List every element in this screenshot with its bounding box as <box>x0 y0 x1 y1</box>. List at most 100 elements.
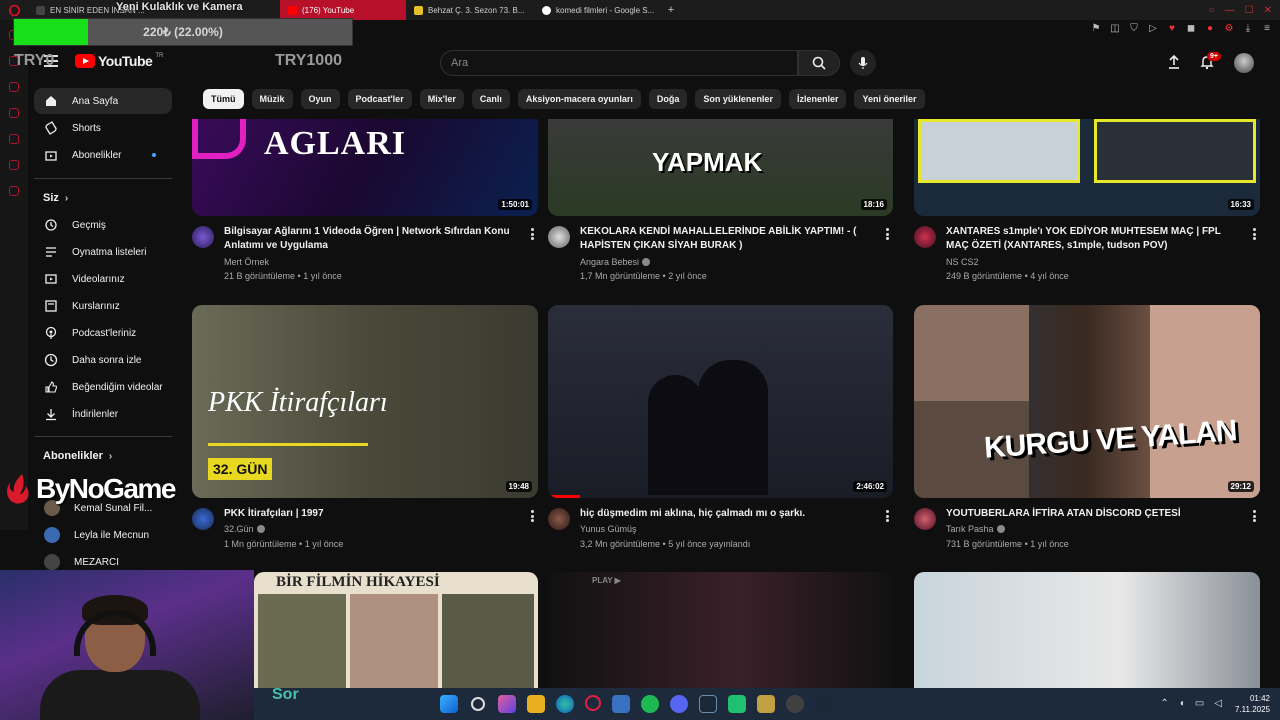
spotify-icon[interactable] <box>641 695 659 713</box>
more-actions-icon[interactable] <box>530 228 534 240</box>
sidebar-item-history[interactable]: Geçmiş <box>34 212 172 238</box>
video-thumbnail[interactable]: BİR FİLMİN HİKAYESİ <box>254 572 538 690</box>
steam-icon[interactable] <box>815 695 833 713</box>
download-icon[interactable]: ⤓ <box>1243 24 1253 34</box>
channel-name[interactable]: Mert Örnek <box>224 257 269 267</box>
video-title[interactable]: KEKOLARA KENDİ MAHALLELERİNDE ABİLİK YAP… <box>580 225 870 253</box>
search-tabs-icon[interactable]: ○ <box>1209 5 1215 16</box>
channel-avatar[interactable] <box>548 508 570 530</box>
chip-gaming[interactable]: Oyun <box>300 89 340 109</box>
video-thumbnail[interactable]: PLAY ▶ <box>548 572 893 690</box>
network-icon[interactable]: ▭ <box>1195 698 1204 709</box>
channel-avatar[interactable] <box>192 508 214 530</box>
chip-all[interactable]: Tümü <box>203 89 244 109</box>
file-explorer-icon[interactable] <box>527 695 545 713</box>
youtube-logo[interactable]: YouTube TR <box>75 53 163 69</box>
edge-icon[interactable] <box>556 695 574 713</box>
video-title[interactable]: hiç düşmedim mi aklına, hiç çalmadı mı o… <box>580 507 870 521</box>
microphone-tray-icon[interactable]: ◖ <box>1179 698 1185 709</box>
video-thumbnail[interactable]: 16:33 <box>914 119 1260 216</box>
chip-nature[interactable]: Doğa <box>648 89 688 109</box>
video-title[interactable]: XANTARES s1mple'ı YOK EDİYOR MUHTESEM MA… <box>946 225 1236 253</box>
video-thumbnail[interactable]: YAPMAK 18:16 <box>548 119 893 216</box>
chip-music[interactable]: Müzik <box>251 89 293 109</box>
more-actions-icon[interactable] <box>885 510 889 522</box>
chip-podcasts[interactable]: Podcast'ler <box>347 89 412 109</box>
sidebar-item-courses[interactable]: Kurslarınız <box>34 293 172 319</box>
tab-behzat[interactable]: Behzat Ç. 3. Sezon 73. B... <box>406 0 534 20</box>
voice-search-button[interactable] <box>850 50 876 76</box>
you-section-heading[interactable]: Siz › <box>43 192 68 204</box>
more-actions-icon[interactable] <box>1252 228 1256 240</box>
video-thumbnail[interactable]: 2:46:02 <box>548 305 893 498</box>
subscriptions-section-heading[interactable]: Abonelikler › <box>43 450 112 462</box>
channel-avatar[interactable] <box>192 226 214 248</box>
video-title[interactable]: YOUTUBERLARA İFTİRA ATAN DİSCORD ÇETESİ <box>946 507 1236 521</box>
video-title[interactable]: PKK İtirafçıları | 1997 <box>224 507 514 521</box>
new-tab-button[interactable]: + <box>662 0 680 20</box>
sidebar-item-watch-later[interactable]: Daha sonra izle <box>34 347 172 373</box>
snapshot-icon[interactable]: ◫ <box>1110 24 1120 34</box>
channel-name[interactable]: 32.Gün <box>224 524 265 534</box>
app-icon[interactable] <box>757 695 775 713</box>
shield-icon[interactable]: ⛉ <box>1129 24 1139 34</box>
opera-logo-icon[interactable] <box>0 0 28 20</box>
settings-rail-icon[interactable] <box>9 186 19 196</box>
minimize-icon[interactable]: — <box>1225 5 1235 16</box>
sidebar-item-podcasts[interactable]: Podcast'leriniz <box>34 320 172 346</box>
steam-icon[interactable] <box>699 695 717 713</box>
player-icon[interactable]: ▷ <box>1148 24 1158 34</box>
channel-avatar[interactable] <box>548 226 570 248</box>
video-thumbnail[interactable] <box>914 572 1260 690</box>
pin-icon[interactable]: ⚑ <box>1091 24 1101 34</box>
taskbar-clock[interactable]: 01:42 7.11.2025 <box>1235 693 1270 715</box>
channel-name[interactable]: Yunus Gümüş <box>580 524 637 534</box>
discord-icon[interactable] <box>670 695 688 713</box>
channel-name[interactable]: Tarık Pasha <box>946 524 1005 534</box>
channel-name[interactable]: Angara Bebesi <box>580 257 651 267</box>
extension-icon[interactable]: ◼ <box>1186 24 1196 34</box>
sidebar-item-liked[interactable]: Beğendiğim videolar <box>34 374 172 400</box>
tab-youtube[interactable]: (176) YouTube <box>280 0 406 20</box>
video-thumbnail[interactable]: KURGU VE YALAN 29:12 <box>914 305 1260 498</box>
more-actions-icon[interactable] <box>885 228 889 240</box>
search-button[interactable] <box>798 50 840 76</box>
channel-avatar[interactable] <box>914 226 936 248</box>
channel-name[interactable]: NS CS2 <box>946 257 979 267</box>
chip-watched[interactable]: İzlenenler <box>788 89 847 109</box>
sidebar-item-your-videos[interactable]: Videolarınız <box>34 266 172 292</box>
video-thumbnail[interactable]: AGLARI 1:50:01 <box>192 119 538 216</box>
flag-icon[interactable]: ● <box>1205 24 1215 34</box>
volume-icon[interactable]: ◁ <box>1214 698 1222 709</box>
more-actions-icon[interactable] <box>530 510 534 522</box>
sidebar-item-home[interactable]: Ana Sayfa <box>34 88 172 114</box>
obs-icon[interactable] <box>786 695 804 713</box>
create-upload-icon[interactable] <box>1166 54 1182 70</box>
opera-taskbar-icon[interactable] <box>585 695 601 711</box>
tab-google[interactable]: komedi filmleri - Google S... <box>534 0 662 20</box>
maximize-icon[interactable]: ☐ <box>1245 5 1254 16</box>
chip-action-adventure[interactable]: Aksiyon-macera oyunları <box>517 89 641 109</box>
channel-avatar[interactable] <box>914 508 936 530</box>
heart-icon[interactable]: ♥ <box>1167 24 1177 34</box>
history-rail-icon[interactable] <box>9 160 19 170</box>
sidebar-item-playlists[interactable]: Oynatma listeleri <box>34 239 172 265</box>
sidebar-item-downloads[interactable]: İndirilenler <box>34 401 172 427</box>
video-title[interactable]: Bilgisayar Ağlarını 1 Videoda Öğren | Ne… <box>224 225 514 253</box>
sidebar-item-subscriptions[interactable]: Abonelikler <box>34 142 172 168</box>
chip-mixes[interactable]: Mix'ler <box>419 89 464 109</box>
sidebar-sub-leyla-ile-mecnun[interactable]: Leyla ile Mecnun <box>34 522 172 548</box>
account-avatar[interactable] <box>1234 53 1254 73</box>
opera-menu-icon[interactable]: ⚙ <box>1224 24 1234 34</box>
store-icon[interactable] <box>612 695 630 713</box>
whatsapp-icon[interactable] <box>9 108 19 118</box>
tray-chevron-icon[interactable]: ⌃ <box>1160 698 1168 709</box>
messenger-icon[interactable] <box>9 82 19 92</box>
close-icon[interactable]: ✕ <box>1264 5 1272 16</box>
app-icon[interactable] <box>728 695 746 713</box>
music-icon[interactable] <box>9 134 19 144</box>
copilot-icon[interactable] <box>498 695 516 713</box>
sidebar-item-shorts[interactable]: Shorts <box>34 115 172 141</box>
search-taskbar-icon[interactable] <box>471 697 485 711</box>
video-thumbnail[interactable]: PKK İtirafçıları 32. GÜN 19:48 <box>192 305 538 498</box>
